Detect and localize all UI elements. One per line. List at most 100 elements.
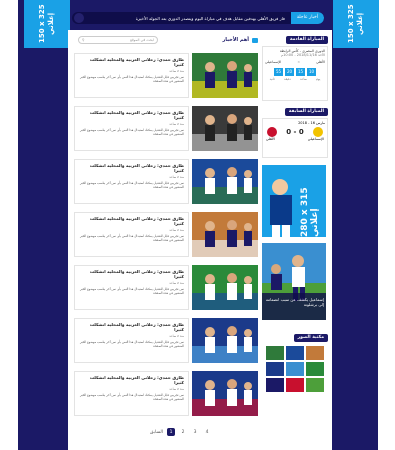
gallery-thumb[interactable]: [306, 346, 324, 360]
upcoming-teams: الإسماعيلي × الأهلي: [265, 60, 325, 64]
post-excerpt: نص تجريبي قابل للتعديل يمكنك استبدال هذا…: [79, 128, 184, 137]
sidebar-ad-text: 280 x 315 إعلاني: [300, 187, 320, 237]
search-placeholder: ابحث في الموقع: [130, 38, 154, 42]
last-match-date: مارس 16 - 2018: [298, 121, 325, 125]
post-meta: منذ 2 ساعة: [169, 175, 184, 179]
post-meta: منذ 2 ساعة: [169, 69, 184, 73]
countdown-label: يوم: [316, 77, 321, 81]
right-side-ad[interactable]: 150 x 325 إعلاني: [333, 0, 379, 48]
post-card[interactable]: طارق حمدي: رحلاتي العربية والمحلية اتشكل…: [74, 159, 258, 204]
post-card[interactable]: طارق حمدي: رحلاتي العربية والمحلية اتشكل…: [74, 318, 258, 363]
main-section-header: أهم الأخبار: [200, 36, 258, 44]
post-image[interactable]: [192, 159, 258, 204]
sidebar: المباراة القادمة: [262, 36, 328, 44]
post-title[interactable]: طارق حمدي: رحلاتي العربية والمحلية اتشكل…: [79, 375, 184, 385]
post-image[interactable]: [192, 265, 258, 310]
post-image[interactable]: [192, 53, 258, 98]
featured-image: [262, 243, 326, 320]
post-card[interactable]: طارق حمدي: رحلاتي العربية والمحلية اتشكل…: [74, 371, 258, 416]
last-match-header: المباراة السابقة: [262, 108, 328, 116]
post-excerpt: نص تجريبي قابل للتعديل يمكنك استبدال هذا…: [79, 340, 184, 349]
post-excerpt: نص تجريبي قابل للتعديل يمكنك استبدال هذا…: [79, 75, 184, 84]
post-title[interactable]: طارق حمدي: رحلاتي العربية والمحلية اتشكل…: [79, 269, 184, 279]
gallery-thumb[interactable]: [266, 362, 284, 376]
post-text: طارق حمدي: رحلاتي العربية والمحلية اتشكل…: [74, 371, 189, 416]
post-excerpt: نص تجريبي قابل للتعديل يمكنك استبدال هذا…: [79, 287, 184, 296]
post-excerpt: نص تجريبي قابل للتعديل يمكنك استبدال هذا…: [79, 393, 184, 402]
last-match-title: المباراة السابقة: [284, 108, 328, 116]
last-home-name: الأهلي: [266, 137, 275, 141]
post-title[interactable]: طارق حمدي: رحلاتي العربية والمحلية اتشكل…: [79, 216, 184, 226]
post-text: طارق حمدي: رحلاتي العربية والمحلية اتشكل…: [74, 106, 189, 151]
countdown-value: 15: [296, 68, 305, 76]
post-meta: منذ 2 ساعة: [169, 334, 184, 338]
post-image[interactable]: [192, 212, 258, 257]
upcoming-match-title: المباراة القادمة: [285, 36, 328, 44]
main-section-title: أهم الأخبار: [222, 37, 249, 43]
post-card[interactable]: طارق حمدي: رحلاتي العربية والمحلية اتشكل…: [74, 106, 258, 151]
countdown-label: ثانية: [269, 77, 275, 81]
countdown-value: 55: [274, 68, 283, 76]
featured-caption: إسماعيل يكشف عن سبب انضمامه إلى برشلونة: [265, 297, 324, 307]
post-title[interactable]: طارق حمدي: رحلاتي العربية والمحلية اتشكل…: [79, 57, 184, 67]
post-card[interactable]: طارق حمدي: رحلاتي العربية والمحلية اتشكل…: [74, 265, 258, 310]
gallery-thumb[interactable]: [306, 362, 324, 376]
search-input[interactable]: ⚲ ابحث في الموقع: [78, 36, 158, 44]
gallery-thumb[interactable]: [266, 378, 284, 392]
post-title[interactable]: طارق حمدي: رحلاتي العربية والمحلية اتشكل…: [79, 110, 184, 120]
post-meta: منذ 2 ساعة: [169, 228, 184, 232]
countdown-label: ساعة: [300, 77, 307, 81]
post-text: طارق حمدي: رحلاتي العربية والمحلية اتشكل…: [74, 159, 189, 204]
countdown-label: دقيقة: [283, 77, 291, 81]
gallery-thumb[interactable]: [286, 346, 304, 360]
post-title[interactable]: طارق حمدي: رحلاتي العربية والمحلية اتشكل…: [79, 163, 184, 173]
gallery-thumb[interactable]: [306, 378, 324, 392]
post-card[interactable]: طارق حمدي: رحلاتي العربية والمحلية اتشكل…: [74, 53, 258, 98]
post-excerpt: نص تجريبي قابل للتعديل يمكنك استبدال هذا…: [79, 234, 184, 243]
post-meta: منذ 2 ساعة: [169, 387, 184, 391]
ticker-control-icon[interactable]: [74, 13, 84, 23]
news-ticker: فاز فريق الأهلي بهدفين مقابل هدف في مبار…: [72, 12, 324, 24]
post-card[interactable]: طارق حمدي: رحلاتي العربية والمحلية اتشكل…: [74, 212, 258, 257]
gallery-thumb[interactable]: [286, 378, 304, 392]
ticker-text[interactable]: فاز فريق الأهلي بهدفين مقابل هدف في مبار…: [84, 16, 291, 21]
team-logo-icon: [313, 127, 323, 137]
countdown-value: 10: [307, 68, 316, 76]
countdown: 55 20 15 10: [265, 67, 325, 77]
pager-page[interactable]: 1: [167, 428, 176, 436]
post-text: طارق حمدي: رحلاتي العربية والمحلية اتشكل…: [74, 212, 189, 257]
post-image[interactable]: [192, 371, 258, 416]
last-match-score: 0 - 0: [286, 128, 304, 136]
team-logo-icon: [267, 127, 277, 137]
ticker-label: أخبار عاجلة: [290, 12, 324, 24]
search-icon[interactable]: ⚲: [82, 38, 85, 42]
post-meta: منذ 2 ساعة: [169, 122, 184, 126]
news-icon: [252, 37, 258, 43]
pager-page[interactable]: 2: [179, 428, 187, 436]
upcoming-match-box: الدوري المصري - كأس الرابطة الأحد 2018/1…: [262, 46, 328, 101]
last-away-name: الإسماعيلي: [307, 137, 324, 141]
post-text: طارق حمدي: رحلاتي العربية والمحلية اتشكل…: [74, 265, 189, 310]
last-match-box: مارس 16 - 2018 0 - 0 الأهلي الإسماعيلي: [262, 118, 328, 158]
post-excerpt: نص تجريبي قابل للتعديل يمكنك استبدال هذا…: [79, 181, 184, 190]
post-title[interactable]: طارق حمدي: رحلاتي العربية والمحلية اتشكل…: [79, 322, 184, 332]
gallery-thumb[interactable]: [286, 362, 304, 376]
gallery-title: مكتبة الصور: [293, 334, 328, 342]
upcoming-date: الأحد 2018/11/16 - 10:00م: [280, 53, 325, 57]
team-away-name: الإسماعيلي: [265, 60, 282, 64]
vs-text: ×: [297, 60, 301, 64]
pager-prev[interactable]: السابق: [150, 428, 163, 436]
pagination: السابق 1 2 3 4: [150, 428, 211, 436]
featured-card[interactable]: إسماعيل يكشف عن سبب انضمامه إلى برشلونة: [262, 243, 326, 320]
post-meta: منذ 2 ساعة: [169, 281, 184, 285]
gallery-thumb[interactable]: [266, 346, 284, 360]
countdown-value: 20: [285, 68, 294, 76]
left-side-ad[interactable]: 150 x 325 إعلاني: [24, 0, 70, 48]
sidebar-ad[interactable]: 280 x 315 إعلاني: [262, 165, 326, 237]
post-text: طارق حمدي: رحلاتي العربية والمحلية اتشكل…: [74, 318, 189, 363]
post-image[interactable]: [192, 318, 258, 363]
post-image[interactable]: [192, 106, 258, 151]
pager-page[interactable]: 4: [203, 428, 211, 436]
gallery-grid: [266, 346, 324, 392]
pager-page[interactable]: 3: [191, 428, 199, 436]
